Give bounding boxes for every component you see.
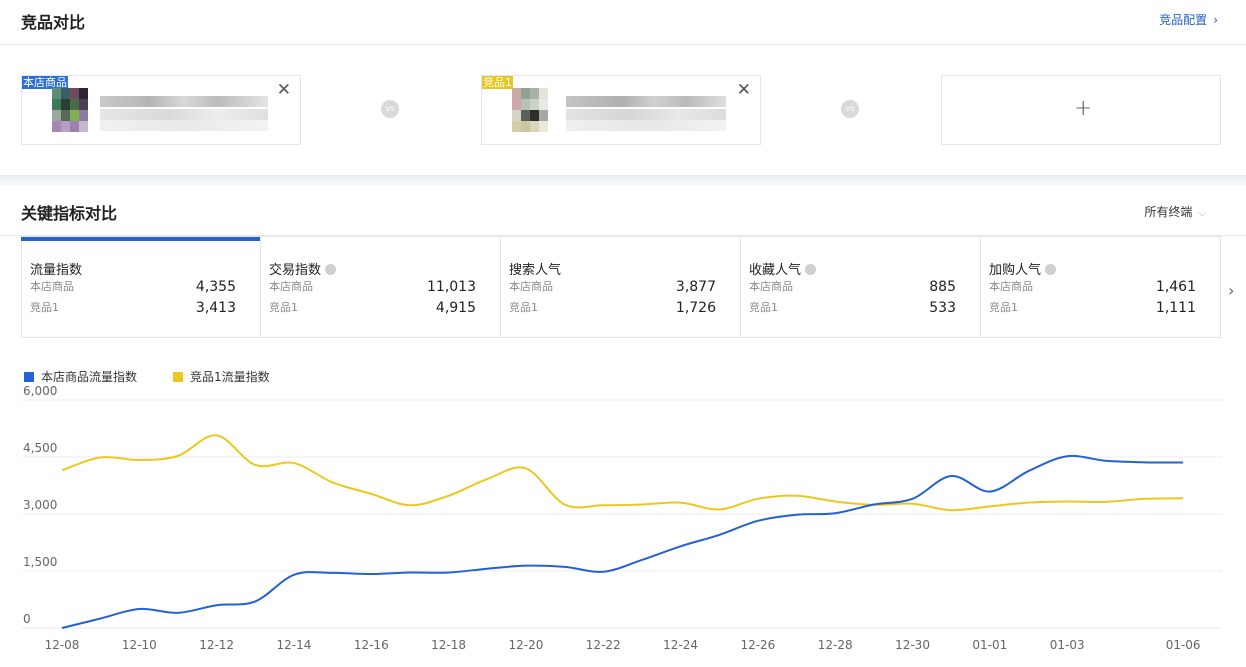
product-title-blurred [100, 109, 268, 120]
competitor-product-tag: 竞品1 [482, 76, 513, 89]
y-tick-label: 1,500 [23, 555, 57, 569]
metric-tab-traffic-index[interactable]: 流量指数 本店商品 4,355 竞品1 3,413 [21, 236, 261, 338]
competitor-label: 竞品1 [509, 301, 538, 314]
product-title-blurred [566, 120, 726, 131]
product-thumbnail [52, 88, 88, 132]
x-tick-label: 12-10 [122, 638, 157, 652]
x-tick-label: 12-18 [431, 638, 466, 652]
x-tick-label: 12-30 [895, 638, 930, 652]
section-divider [0, 175, 1246, 185]
own-product-label: 本店商品 [269, 280, 313, 293]
product-title-blurred [100, 120, 268, 131]
own-product-card[interactable]: 本店商品 ✕ [21, 75, 301, 145]
competitor-value: 1,111 [1155, 300, 1196, 316]
x-tick-label: 12-08 [45, 638, 80, 652]
y-tick-label: 3,000 [23, 498, 57, 512]
own-product-value: 3,877 [675, 279, 716, 295]
plus-icon: + [1074, 96, 1093, 121]
info-icon[interactable] [325, 264, 337, 275]
y-tick-label: 0 [23, 612, 31, 626]
own-product-value: 4,355 [195, 279, 236, 295]
product-title-blurred [566, 96, 726, 107]
competitor-product-card[interactable]: 竞品1 ✕ [481, 75, 761, 145]
own-product-value: 885 [929, 279, 956, 295]
chevron-right-icon: › [1213, 13, 1218, 27]
x-tick-label: 01-01 [972, 638, 1007, 652]
config-label: 竞品配置 [1159, 13, 1208, 27]
x-tick-label: 12-16 [354, 638, 389, 652]
metric-tab-trade-index[interactable]: 交易指数 本店商品 11,013 竞品1 4,915 [261, 236, 501, 338]
competitor-config-link[interactable]: 竞品配置 › [1159, 11, 1218, 28]
info-icon[interactable] [1045, 264, 1057, 275]
chevron-down-icon: ⌵ [1198, 208, 1206, 219]
terminal-selected-value: 所有终端 [1144, 205, 1193, 219]
x-tick-label: 12-22 [586, 638, 621, 652]
metric-tab-label: 加购人气 [989, 263, 1042, 278]
x-tick-label: 12-14 [277, 638, 312, 652]
terminal-dropdown[interactable]: 所有终端 ⌵ [1144, 203, 1206, 220]
x-tick-label: 12-26 [740, 638, 775, 652]
metric-tab-search-popularity[interactable]: 搜索人气 本店商品 3,877 竞品1 1,726 [501, 236, 741, 338]
x-tick-label: 01-03 [1050, 638, 1085, 652]
metric-tab-label: 交易指数 [269, 263, 322, 278]
metric-tab-name: 交易指数 [269, 259, 337, 278]
product-thumbnail [512, 88, 548, 132]
add-competitor-card[interactable]: + [941, 75, 1221, 145]
competitor-value: 1,726 [675, 300, 716, 316]
product-title-blurred [100, 96, 268, 107]
y-tick-label: 4,500 [23, 441, 57, 455]
metric-tab-label: 收藏人气 [749, 263, 802, 278]
info-icon[interactable] [805, 264, 817, 275]
close-icon[interactable]: ✕ [277, 80, 291, 100]
own-product-value: 11,013 [427, 279, 476, 295]
own-product-label: 本店商品 [749, 280, 793, 293]
competitor-label: 竞品1 [989, 301, 1018, 314]
metric-tab-name: 收藏人气 [749, 259, 817, 278]
x-tick-label: 12-24 [663, 638, 698, 652]
traffic-line-chart: 0 1,500 3,000 4,500 6,000 12-08 12-10 12-12 12-1… [22, 384, 1222, 652]
competitor-value: 4,915 [435, 300, 476, 316]
competitor-value: 3,413 [195, 300, 236, 316]
x-tick-label: 01-06 [1166, 638, 1201, 652]
metric-tab-favorite-popularity[interactable]: 收藏人气 本店商品 885 竞品1 533 [741, 236, 981, 338]
series-line-competitor [61, 434, 1184, 512]
page-title: 竞品对比 [21, 13, 86, 32]
metric-tab-name: 加购人气 [989, 259, 1057, 278]
section-title: 关键指标对比 [21, 204, 118, 223]
competitor-label: 竞品1 [749, 301, 778, 314]
competitor-label: 竞品1 [30, 301, 59, 314]
x-tick-label: 12-20 [508, 638, 543, 652]
series-line-own-product [61, 454, 1184, 629]
metric-tab-name: 流量指数 [30, 263, 83, 278]
own-product-label: 本店商品 [989, 280, 1033, 293]
close-icon[interactable]: ✕ [737, 80, 751, 100]
vs-badge: vs [381, 100, 399, 118]
chevron-right-icon[interactable]: › [1228, 281, 1234, 300]
top-header: 竞品对比 竞品配置 › [0, 0, 1246, 45]
own-product-label: 本店商品 [30, 280, 74, 293]
competitor-value: 533 [929, 300, 956, 316]
x-tick-label: 12-28 [818, 638, 853, 652]
vs-badge: vs [841, 100, 859, 118]
x-tick-label: 12-12 [199, 638, 234, 652]
own-product-label: 本店商品 [509, 280, 553, 293]
own-product-value: 1,461 [1155, 279, 1196, 295]
metric-tab-name: 搜索人气 [509, 263, 562, 278]
competitor-label: 竞品1 [269, 301, 298, 314]
product-title-blurred [566, 109, 726, 120]
metric-tab-cart-popularity[interactable]: 加购人气 本店商品 1,461 竞品1 1,111 [981, 236, 1221, 338]
y-tick-label: 6,000 [23, 384, 57, 398]
